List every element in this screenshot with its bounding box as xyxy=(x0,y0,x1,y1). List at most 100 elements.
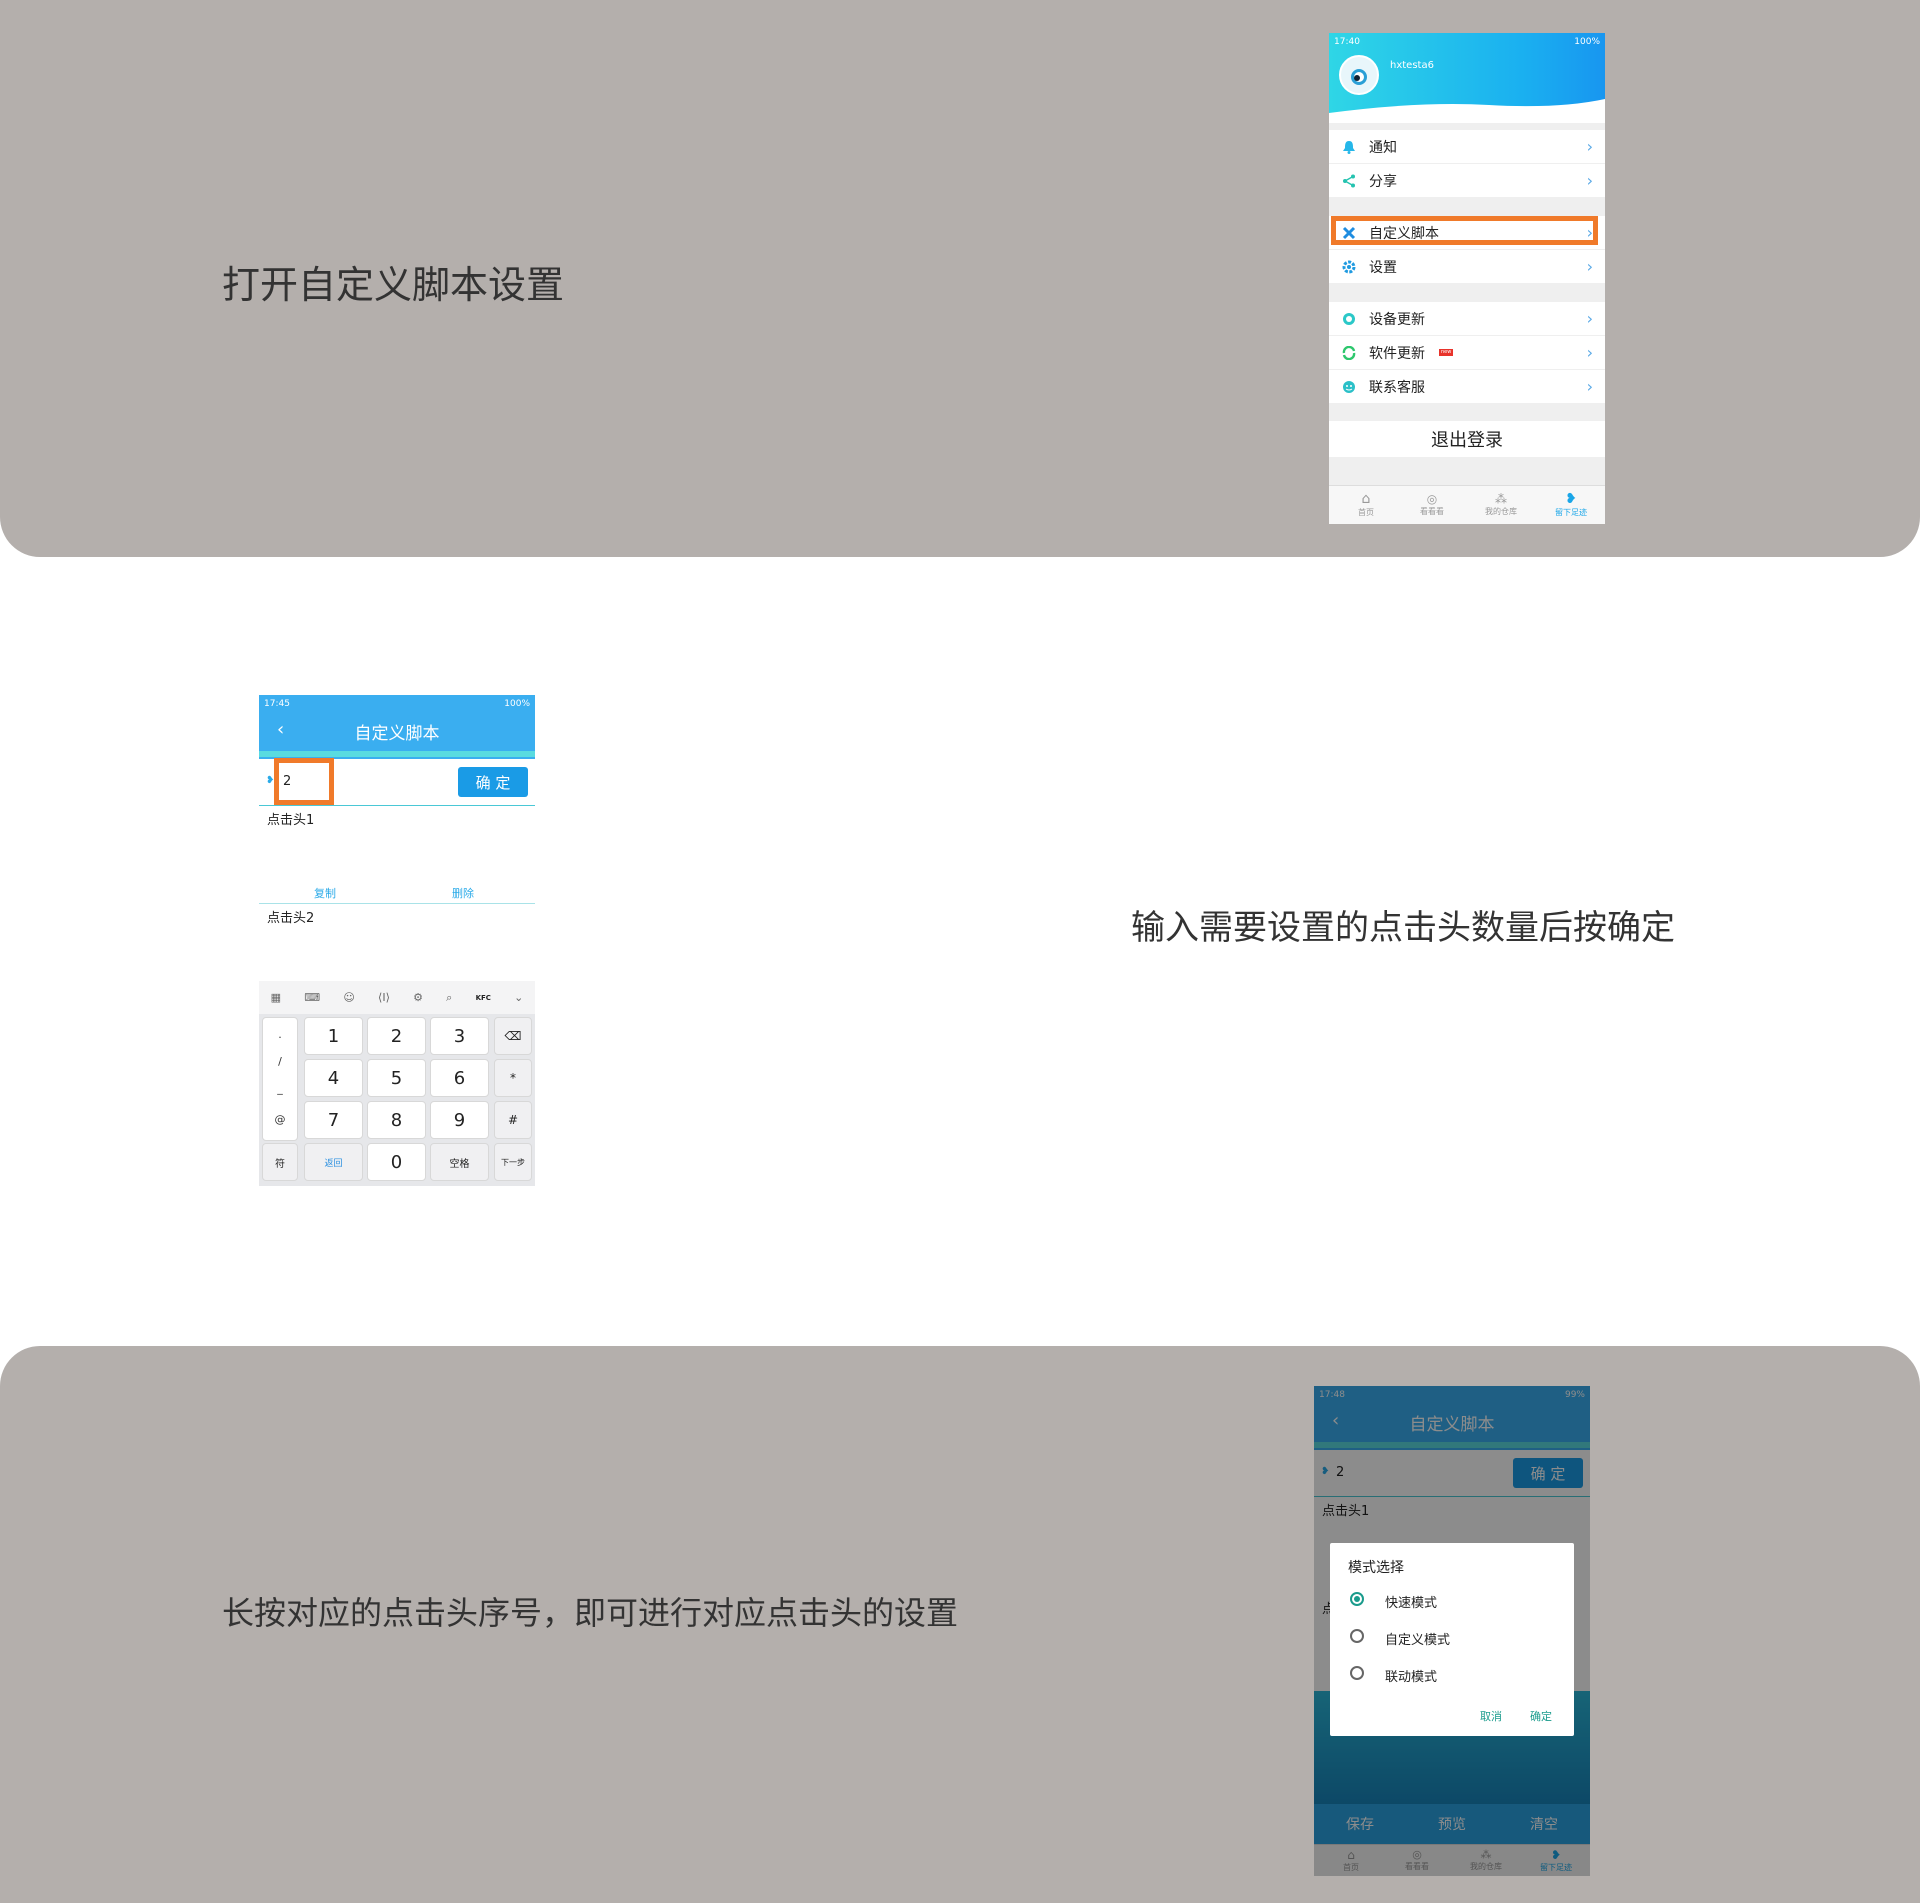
chevron-right-icon: › xyxy=(1586,257,1593,276)
key-return[interactable]: 返回 xyxy=(304,1143,363,1181)
chevron-right-icon: › xyxy=(1586,137,1593,156)
key-9[interactable]: 9 xyxy=(430,1101,489,1139)
click-head-2[interactable]: 点击头2 xyxy=(267,907,314,926)
menu-item-share[interactable]: 分享 › xyxy=(1329,164,1605,197)
bell-icon xyxy=(1341,139,1357,155)
key-next[interactable]: 下一步 xyxy=(494,1143,532,1181)
key-symbols[interactable]: 符 xyxy=(262,1143,298,1181)
keyboard-icon[interactable]: ⌨ xyxy=(304,991,320,1004)
key-at[interactable]: @ xyxy=(262,1103,298,1135)
menu-label: 软件更新 xyxy=(1369,345,1425,362)
key-dot[interactable]: . xyxy=(262,1021,298,1047)
dialog-ok-button[interactable]: 确定 xyxy=(1530,1708,1552,1724)
key-hash[interactable]: # xyxy=(494,1101,532,1139)
click-head-1[interactable]: 点击头1 xyxy=(267,809,314,828)
new-badge: new xyxy=(1439,349,1454,356)
key-1[interactable]: 1 xyxy=(304,1017,363,1055)
status-time: 17:45 xyxy=(264,699,290,709)
divider xyxy=(259,805,535,806)
mode-dialog: 模式选择 快速模式 自定义模式 联动模式 取消 确定 xyxy=(1330,1543,1574,1736)
menu-item-notify[interactable]: 通知 › xyxy=(1329,130,1605,163)
key-5[interactable]: 5 xyxy=(367,1059,426,1097)
key-3[interactable]: 3 xyxy=(430,1017,489,1055)
highlight-box xyxy=(274,758,334,805)
gear-icon xyxy=(1341,259,1357,275)
footprint-icon: ❥ xyxy=(1565,491,1577,507)
status-time: 17:40 xyxy=(1334,37,1360,47)
backspace-icon[interactable]: ⌫ xyxy=(494,1017,532,1055)
kfc-icon[interactable]: KFC xyxy=(476,994,491,1002)
radio-custom-mode[interactable] xyxy=(1350,1629,1364,1643)
step3-phone: 17:48 99% ‹ 自定义脚本 ❥ 2 确 定 点击头1 点 保存 预览 清… xyxy=(1314,1386,1590,1876)
tab-label: 我的仓库 xyxy=(1485,507,1517,516)
step1-caption: 打开自定义脚本设置 xyxy=(222,263,565,307)
chevron-right-icon: › xyxy=(1586,377,1593,396)
highlight-box xyxy=(1331,216,1598,245)
tab-label: 看看看 xyxy=(1420,507,1444,516)
option-label[interactable]: 快速模式 xyxy=(1385,1592,1437,1611)
dialog-title: 模式选择 xyxy=(1348,1560,1404,1576)
search-icon[interactable]: ⌕ xyxy=(446,991,452,1005)
key-7[interactable]: 7 xyxy=(304,1101,363,1139)
option-label[interactable]: 联动模式 xyxy=(1385,1666,1437,1685)
header-accent xyxy=(259,751,535,757)
menu-item-support[interactable]: 联系客服 › xyxy=(1329,370,1605,403)
status-bar: 17:45 100% xyxy=(259,695,535,713)
copy-button[interactable]: 复制 xyxy=(314,885,336,901)
confirm-button[interactable]: 确 定 xyxy=(458,767,528,797)
grid-icon[interactable]: ▦ xyxy=(271,991,281,1004)
menu-label: 设置 xyxy=(1369,259,1397,276)
home-icon: ⌂ xyxy=(1361,491,1371,507)
boxes-icon: ⁂ xyxy=(1495,492,1507,506)
status-battery: 100% xyxy=(504,699,530,709)
tab-label: 首页 xyxy=(1358,508,1374,517)
tab-warehouse[interactable]: ⁂ 我的仓库 xyxy=(1483,485,1519,524)
tab-label: 留下足迹 xyxy=(1555,508,1587,517)
delete-button[interactable]: 删除 xyxy=(452,885,474,901)
tab-home[interactable]: ⌂ 首页 xyxy=(1351,485,1381,524)
eye-icon: ◎ xyxy=(1426,492,1438,506)
key-underscore[interactable]: _ xyxy=(262,1075,298,1101)
step2-caption: 输入需要设置的点击头数量后按确定 xyxy=(1131,908,1675,948)
emoji-icon[interactable]: ☺ xyxy=(343,991,354,1004)
tab-bar: ⌂ 首页 ◎ 看看看 ⁂ 我的仓库 ❥ 留下足迹 xyxy=(1329,485,1605,524)
menu-label: 设备更新 xyxy=(1369,311,1425,328)
tab-footprint[interactable]: ❥ 留下足迹 xyxy=(1551,485,1591,524)
support-icon xyxy=(1341,379,1357,395)
step1-phone: 17:40 100% hxtesta6 通知 › 分享 › 自定义脚本 › 设置 › 设… xyxy=(1329,33,1605,524)
menu-label: 分享 xyxy=(1369,173,1397,190)
radio-fast-mode[interactable] xyxy=(1350,1592,1364,1606)
menu-item-software-update[interactable]: 软件更新 new › xyxy=(1329,336,1605,369)
avatar[interactable] xyxy=(1339,55,1379,95)
number-keyboard: ▦ ⌨ ☺ ⟨I⟩ ⚙ ⌕ KFC ⌄ . / _ @ 1 2 3 4 5 6 … xyxy=(259,981,535,1186)
page-title: 自定义脚本 xyxy=(354,724,440,744)
key-slash[interactable]: / xyxy=(262,1048,298,1074)
key-asterisk[interactable]: * xyxy=(494,1059,532,1097)
option-label[interactable]: 自定义模式 xyxy=(1385,1629,1450,1648)
key-space[interactable]: 空格 xyxy=(430,1143,489,1181)
dialog-cancel-button[interactable]: 取消 xyxy=(1480,1708,1502,1724)
refresh-icon xyxy=(1341,345,1357,361)
cursor-icon[interactable]: ⟨I⟩ xyxy=(378,991,390,1004)
tab-view[interactable]: ◎ 看看看 xyxy=(1417,485,1447,524)
settings-icon[interactable]: ⚙ xyxy=(413,991,423,1004)
menu-label: 通知 xyxy=(1369,139,1397,156)
key-0[interactable]: 0 xyxy=(367,1143,426,1181)
status-bar: 17:40 100% xyxy=(1329,33,1605,51)
device-update-icon xyxy=(1341,311,1357,327)
collapse-icon[interactable]: ⌄ xyxy=(514,991,523,1004)
key-6[interactable]: 6 xyxy=(430,1059,489,1097)
chevron-right-icon: › xyxy=(1586,309,1593,328)
menu-item-settings[interactable]: 设置 › xyxy=(1329,250,1605,283)
key-8[interactable]: 8 xyxy=(367,1101,426,1139)
keyboard-toolbar: ▦ ⌨ ☺ ⟨I⟩ ⚙ ⌕ KFC ⌄ xyxy=(259,981,535,1014)
menu-item-device-update[interactable]: 设备更新 › xyxy=(1329,302,1605,335)
logout-button[interactable]: 退出登录 xyxy=(1329,421,1605,457)
key-4[interactable]: 4 xyxy=(304,1059,363,1097)
menu-label: 联系客服 xyxy=(1369,379,1425,396)
step3-caption: 长按对应的点击头序号，即可进行对应点击头的设置 xyxy=(222,1594,959,1632)
status-battery: 100% xyxy=(1574,37,1600,47)
share-icon xyxy=(1341,173,1357,189)
key-2[interactable]: 2 xyxy=(367,1017,426,1055)
radio-linked-mode[interactable] xyxy=(1350,1666,1364,1680)
